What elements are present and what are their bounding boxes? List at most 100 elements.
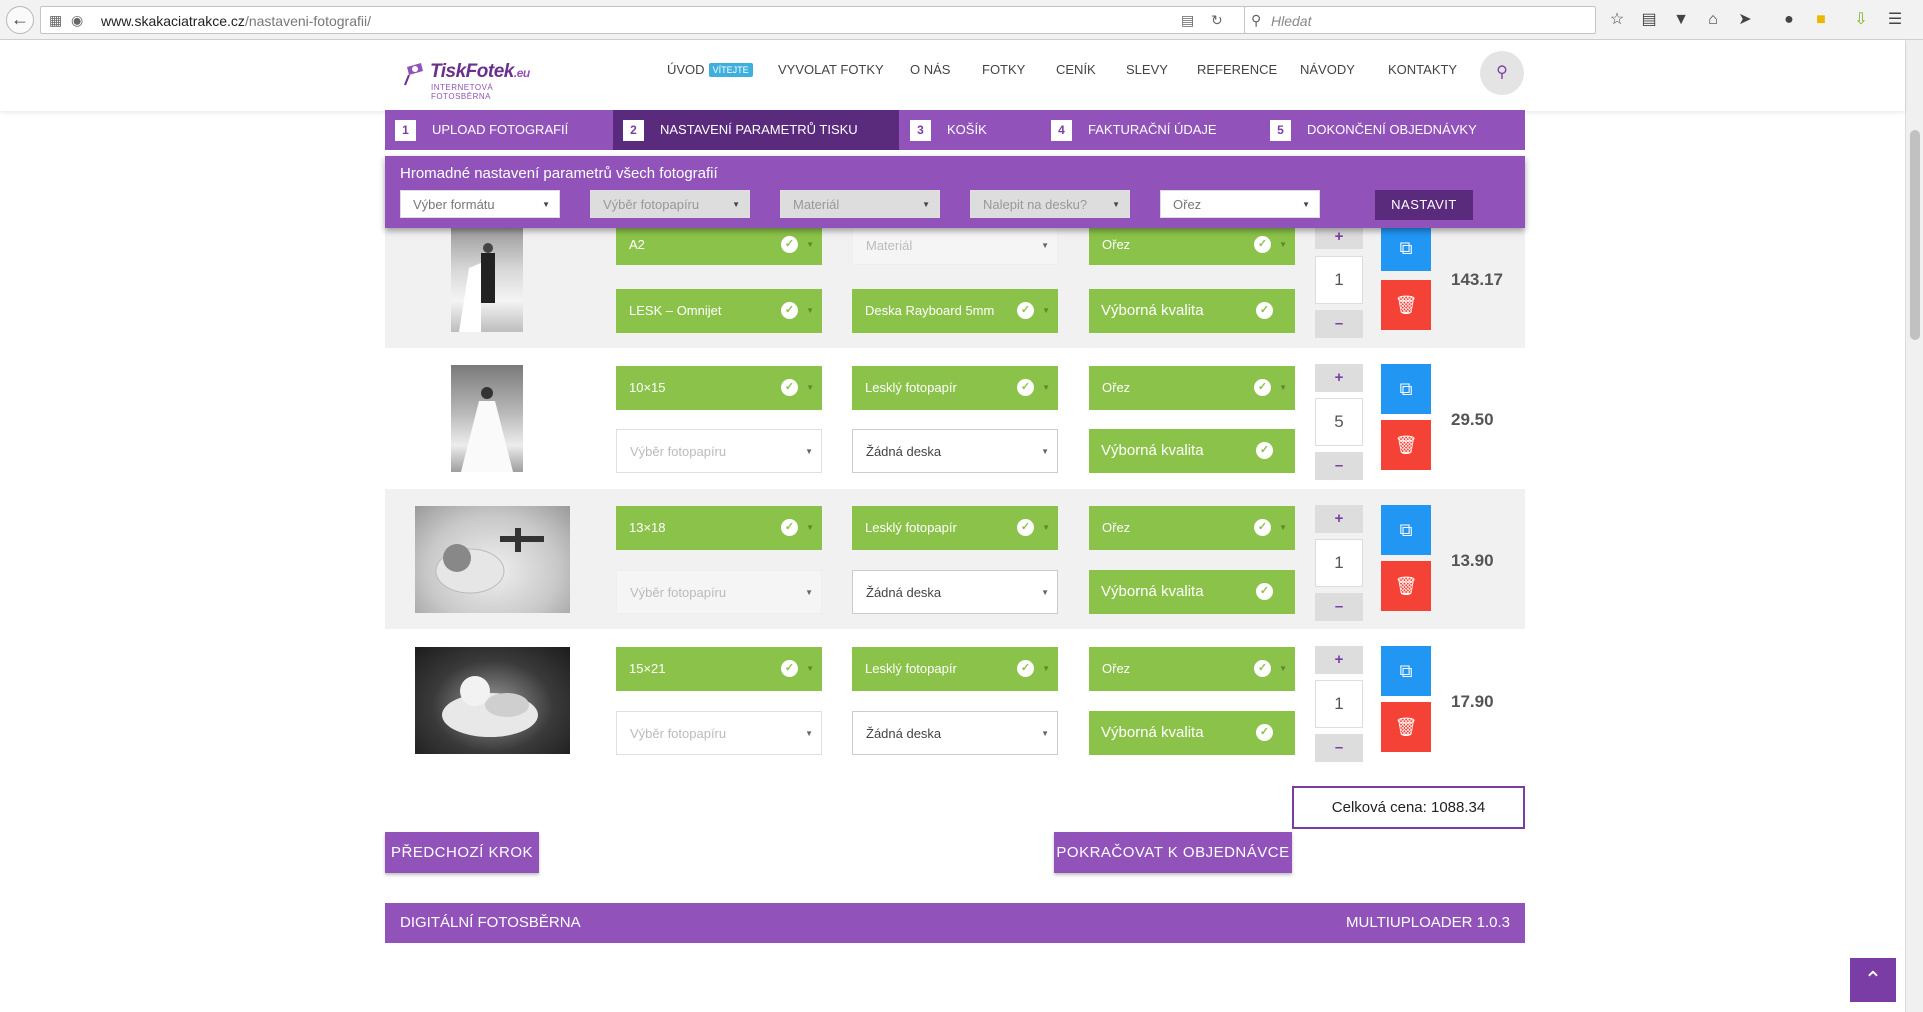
crop-select[interactable]: Ořez ✓ ▼ (1089, 506, 1295, 550)
format-select[interactable]: 10×15 ✓ ▼ (616, 366, 822, 410)
menu-icon[interactable]: ☰ (1884, 9, 1906, 31)
qty-input[interactable]: 1 (1315, 539, 1363, 587)
nav-vyvolat-fotky[interactable]: VYVOLAT FOTKY (778, 62, 884, 77)
caret-icon: ▼ (1279, 240, 1287, 249)
material-select[interactable]: Materiál ▼ (852, 225, 1058, 265)
material-select[interactable]: Lesklý fotopapír ✓ ▼ (852, 506, 1058, 550)
qty-plus-button[interactable]: + (1315, 505, 1363, 533)
back-arrow-icon[interactable]: ← (6, 6, 34, 34)
paper-select[interactable]: Výběr fotopapíru ▼ (616, 711, 822, 755)
url-bar[interactable]: ▦ ◉ www.skakaciatrakce.cz/nastaveni-foto… (40, 6, 1267, 34)
delete-button[interactable]: 🗑 (1381, 702, 1431, 752)
pocket-icon[interactable]: ▼ (1670, 9, 1692, 31)
step-label: KOŠÍK (947, 122, 987, 137)
row-price: 13.90 (1451, 551, 1494, 570)
nav-navody[interactable]: NÁVODY (1300, 62, 1355, 77)
bulk-format-select[interactable]: Výber formátu ▼ (400, 190, 560, 218)
qty-minus-button[interactable]: – (1315, 310, 1363, 338)
site-search-button[interactable]: ⚲ (1480, 51, 1524, 95)
paper-select[interactable]: Výběr fotopapíru ▼ (616, 429, 822, 473)
reader-view-icon[interactable]: ▤ (1181, 12, 1194, 29)
bulk-material-select[interactable]: Materiál ▼ (780, 190, 940, 218)
step-billing[interactable]: 4 FAKTURAČNÍ ÚDAJE (1051, 110, 1217, 150)
select-value: Ořez (1102, 380, 1131, 395)
material-select[interactable]: Lesklý fotopapír ✓ ▼ (852, 366, 1058, 410)
board-select[interactable]: Žádná deska ▼ (852, 711, 1058, 755)
check-icon: ✓ (1256, 724, 1273, 741)
step-cart[interactable]: 3 KOŠÍK (910, 110, 987, 150)
board-select[interactable]: Deska Rayboard 5mm ✓ ▼ (852, 289, 1058, 333)
step-finish[interactable]: 5 DOKONČENÍ OBJEDNÁVKY (1270, 110, 1477, 150)
qty-minus-button[interactable]: – (1315, 734, 1363, 762)
nav-cenik[interactable]: CENÍK (1056, 62, 1096, 77)
delete-button[interactable]: 🗑 (1381, 561, 1431, 611)
qty-minus-button[interactable]: – (1315, 452, 1363, 480)
board-select[interactable]: Žádná deska ▼ (852, 429, 1058, 473)
nav-kontakty[interactable]: KONTAKTY (1388, 62, 1457, 77)
reading-list-icon[interactable]: ▤ (1638, 9, 1660, 31)
nav-reference[interactable]: REFERENCE (1197, 62, 1277, 77)
nav-o-nas[interactable]: O NÁS (910, 62, 950, 77)
home-icon[interactable]: ⌂ (1702, 9, 1724, 31)
photo-thumbnail[interactable] (415, 647, 570, 754)
baby-fur-photo-icon (442, 676, 538, 737)
caret-icon: ▼ (1041, 447, 1049, 456)
copy-button[interactable]: ⧉ (1381, 364, 1431, 414)
caret-icon: ▼ (1279, 523, 1287, 532)
extension-icon[interactable]: ■ (1810, 9, 1832, 31)
caret-icon: ▼ (805, 447, 813, 456)
crop-select[interactable]: Ořez ✓ ▼ (1089, 647, 1295, 691)
site-logo[interactable]: TiskFotek.eu INTERNETOVÁ FOTOSBĚRNA (400, 61, 540, 101)
qty-minus-button[interactable]: – (1315, 593, 1363, 621)
qty-input[interactable]: 1 (1315, 680, 1363, 728)
material-select[interactable]: Lesklý fotopapír ✓ ▼ (852, 647, 1058, 691)
page-scrollbar[interactable] (1905, 40, 1923, 1012)
format-select[interactable]: 13×18 ✓ ▼ (616, 506, 822, 550)
back-to-top-button[interactable]: ⌃ (1850, 958, 1896, 1002)
qty-plus-button[interactable]: + (1315, 225, 1363, 249)
check-icon: ✓ (1254, 660, 1271, 677)
send-icon[interactable]: ➤ (1734, 9, 1756, 31)
bookmark-star-icon[interactable]: ☆ (1606, 9, 1628, 31)
delete-button[interactable]: 🗑 (1381, 420, 1431, 470)
crop-select[interactable]: Ořez ✓ ▼ (1089, 225, 1295, 265)
check-icon: ✓ (1017, 519, 1034, 536)
chat-icon[interactable]: ● (1778, 9, 1800, 31)
paper-select[interactable]: Výběr fotopapíru ▼ (616, 570, 822, 614)
bulk-paper-select[interactable]: Výběr fotopapíru ▼ (590, 190, 750, 218)
step-upload[interactable]: 1 UPLOAD FOTOGRAFIÍ (385, 110, 612, 150)
delete-button[interactable]: 🗑 (1381, 280, 1431, 330)
copy-button[interactable]: ⧉ (1381, 505, 1431, 555)
caret-icon: ▼ (805, 588, 813, 597)
qty-input[interactable]: 5 (1315, 398, 1363, 446)
previous-step-button[interactable]: PŘEDCHOZÍ KROK (385, 832, 539, 873)
copy-button[interactable]: ⧉ (1381, 646, 1431, 696)
browser-search-field[interactable]: ⚲ Hledat (1244, 6, 1596, 34)
bulk-board-select[interactable]: Nalepit na desku? ▼ (970, 190, 1130, 218)
qty-input[interactable]: 1 (1315, 256, 1363, 304)
nav-uvod[interactable]: ÚVOD VÍTEJTE (667, 62, 753, 77)
board-select[interactable]: Žádná deska ▼ (852, 570, 1058, 614)
check-icon: ✓ (1256, 302, 1273, 319)
format-select[interactable]: A2 ✓ ▼ (616, 225, 822, 265)
download-icon[interactable]: ⇩ (1850, 9, 1872, 31)
nav-fotky[interactable]: FOTKY (982, 62, 1025, 77)
continue-to-order-button[interactable]: POKRAČOVAT K OBJEDNÁVCE (1054, 832, 1292, 873)
step-print-settings[interactable]: 2 NASTAVENÍ PARAMETRŮ TISKU (613, 110, 899, 150)
format-select[interactable]: 15×21 ✓ ▼ (616, 647, 822, 691)
nav-slevy[interactable]: SLEVY (1126, 62, 1168, 77)
bulk-crop-select[interactable]: Ořez ▼ (1160, 190, 1320, 218)
qty-plus-button[interactable]: + (1315, 646, 1363, 674)
scrollbar-thumb[interactable] (1910, 130, 1920, 340)
paper-select[interactable]: LESK – Omnijet ✓ ▼ (616, 289, 822, 333)
crop-select[interactable]: Ořez ✓ ▼ (1089, 366, 1295, 410)
caret-icon: ▼ (806, 523, 814, 532)
caret-icon: ▼ (806, 664, 814, 673)
photo-thumbnail[interactable] (415, 506, 570, 613)
set-button[interactable]: NASTAVIT (1375, 190, 1473, 220)
reload-icon[interactable]: ↻ (1211, 12, 1223, 29)
copy-button[interactable]: ⧉ (1381, 225, 1431, 271)
photo-thumbnail[interactable] (451, 365, 523, 472)
qty-plus-button[interactable]: + (1315, 364, 1363, 392)
photo-thumbnail[interactable] (451, 228, 523, 332)
